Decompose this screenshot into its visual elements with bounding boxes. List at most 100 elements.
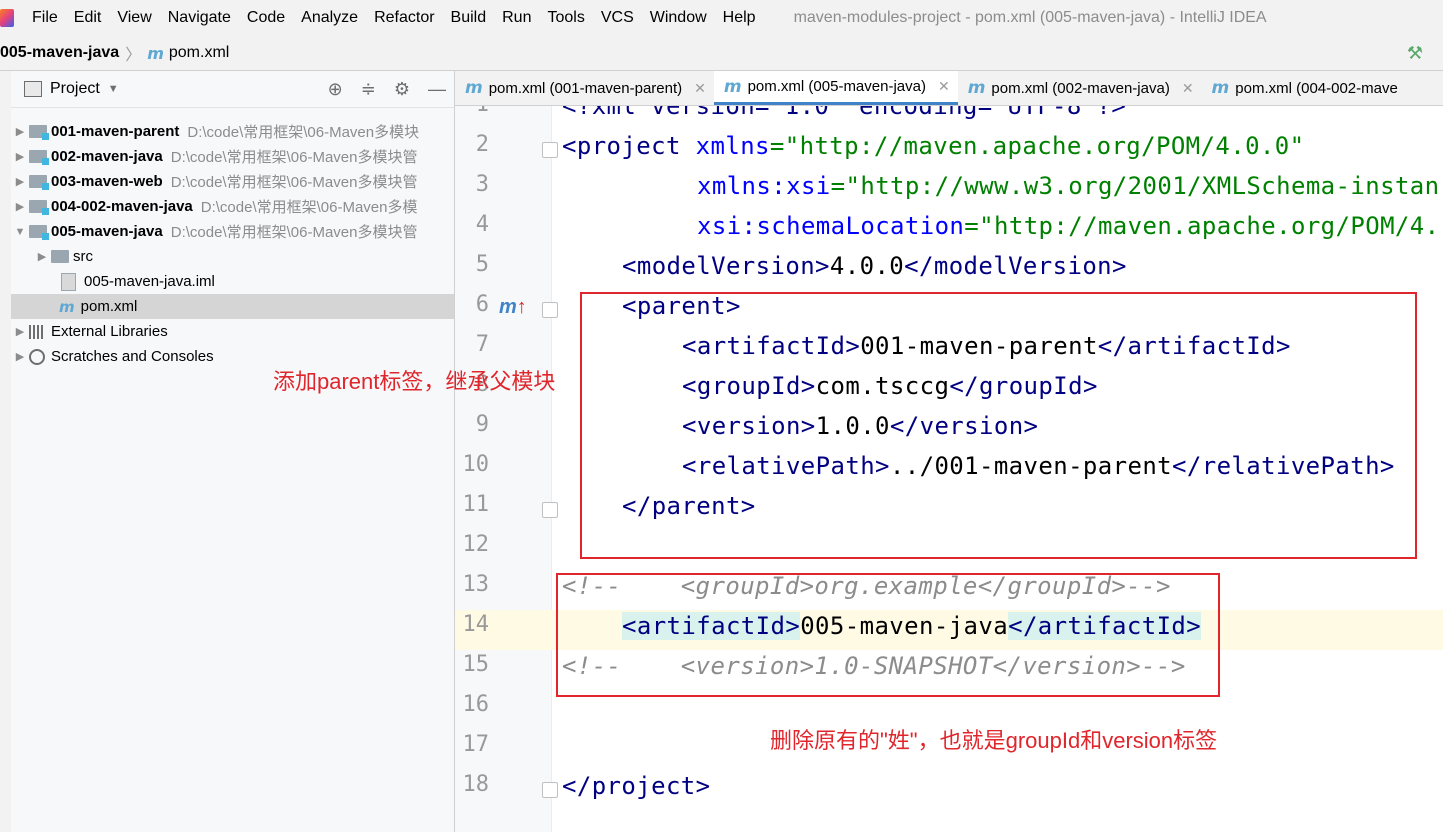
menu-vcs[interactable]: VCS xyxy=(593,9,642,27)
chevron-right-icon[interactable]: ▶ xyxy=(11,175,29,188)
menu-navigate[interactable]: Navigate xyxy=(160,9,239,27)
tree-item-module[interactable]: ▶ 001-maven-parent D:\code\常用框架\06-Maven… xyxy=(11,119,454,144)
breadcrumb-file[interactable]: pom.xml xyxy=(169,44,229,62)
line-number: 5 xyxy=(475,252,489,277)
menu-view[interactable]: View xyxy=(109,9,159,27)
menu-bar: File Edit View Navigate Code Analyze Ref… xyxy=(0,0,1443,36)
file-name: 005-maven-java.iml xyxy=(84,273,215,290)
tree-item-module[interactable]: ▶ 003-maven-web D:\code\常用框架\06-Maven多模块… xyxy=(11,169,454,194)
line-number: 3 xyxy=(475,172,489,197)
menu-build[interactable]: Build xyxy=(443,9,495,27)
module-name: 001-maven-parent xyxy=(51,123,180,140)
tree-item-src[interactable]: ▶ src xyxy=(11,244,454,269)
build-hammer-icon[interactable]: ⚒ xyxy=(1407,43,1423,64)
menu-run[interactable]: Run xyxy=(494,9,539,27)
tree-item-module[interactable]: ▶ 004-002-maven-java D:\code\常用框架\06-Mav… xyxy=(11,194,454,219)
tree-item-iml[interactable]: 005-maven-java.iml xyxy=(11,269,454,294)
tab-pom-005[interactable]: m pom.xml (005-maven-java) ✕ xyxy=(713,71,958,105)
fold-icon[interactable] xyxy=(542,782,558,798)
module-path: D:\code\常用框架\06-Maven多模 xyxy=(200,199,418,216)
close-icon[interactable]: ✕ xyxy=(1182,80,1194,97)
module-path: D:\code\常用框架\06-Maven多模块管 xyxy=(170,149,418,166)
tree-item-module[interactable]: ▼ 005-maven-java D:\code\常用框架\06-Maven多模… xyxy=(11,219,454,244)
code-line: 2 <project xmlns="http://maven.apache.or… xyxy=(455,130,1443,170)
module-path: D:\code\常用框架\06-Maven多模块管 xyxy=(170,174,418,191)
collapse-all-icon[interactable]: ≑ xyxy=(361,79,376,100)
chevron-right-icon[interactable]: ▶ xyxy=(11,350,29,363)
override-marker-label: m xyxy=(499,296,517,318)
close-icon[interactable]: ✕ xyxy=(938,78,950,95)
menu-edit[interactable]: Edit xyxy=(66,9,110,27)
menu-tools[interactable]: Tools xyxy=(539,9,592,27)
iml-file-icon xyxy=(61,272,76,291)
chevron-right-icon[interactable]: ▶ xyxy=(11,150,29,163)
scratches-icon xyxy=(29,348,45,365)
tree-item-module[interactable]: ▶ 002-maven-java D:\code\常用框架\06-Maven多模… xyxy=(11,144,454,169)
line-number: 16 xyxy=(462,692,490,717)
chevron-right-icon[interactable]: ▶ xyxy=(11,125,29,138)
tab-pom-002[interactable]: m pom.xml (002-maven-java) ✕ xyxy=(958,71,1202,105)
maven-file-icon: m xyxy=(465,78,483,98)
menu-file[interactable]: File xyxy=(24,9,66,27)
project-view-icon xyxy=(24,81,42,97)
override-marker-icon[interactable]: m↑ xyxy=(499,296,527,319)
fold-icon[interactable] xyxy=(542,502,558,518)
tab-label: pom.xml (002-maven-java) xyxy=(991,79,1170,97)
locate-icon[interactable]: ⊕ xyxy=(328,79,343,100)
value-token: ="http://maven.apache.org/POM/4. xyxy=(964,212,1440,240)
chevron-right-icon[interactable]: ▶ xyxy=(11,200,29,213)
code-line: 3 xmlns:xsi="http://www.w3.org/2001/XMLS… xyxy=(455,170,1443,210)
tag-token: <modelVersion> xyxy=(622,252,830,280)
module-name: 005-maven-java xyxy=(51,223,163,240)
attr-token: xsi:schemaLocation xyxy=(697,212,965,240)
chevron-right-icon[interactable]: ▶ xyxy=(33,250,51,263)
line-number: 9 xyxy=(475,412,489,437)
line-number: 13 xyxy=(462,572,490,597)
module-folder-icon xyxy=(29,200,49,215)
gear-icon[interactable]: ⚙ xyxy=(394,79,410,100)
annotation-remove-tags: 删除原有的"姓"，也就是groupId和version标签 xyxy=(770,728,1218,753)
tree-item-pom[interactable]: m pom.xml xyxy=(11,294,454,319)
menu-code[interactable]: Code xyxy=(239,9,293,27)
breadcrumb-module[interactable]: 005-maven-java xyxy=(0,44,119,62)
module-folder-icon xyxy=(29,175,49,190)
menu-window[interactable]: Window xyxy=(642,9,715,27)
library-icon xyxy=(29,324,45,339)
line-number: 17 xyxy=(462,732,490,757)
menu-analyze[interactable]: Analyze xyxy=(293,9,366,27)
project-panel-title[interactable]: Project xyxy=(50,80,100,98)
maven-file-icon: m xyxy=(1211,78,1230,98)
close-icon[interactable]: ✕ xyxy=(694,80,706,97)
module-folder-icon xyxy=(29,125,49,140)
line-number: 1 xyxy=(455,106,489,117)
line-number: 11 xyxy=(462,492,490,517)
menu-help[interactable]: Help xyxy=(715,9,764,27)
folder-name: src xyxy=(73,248,93,265)
module-name: 003-maven-web xyxy=(51,173,163,190)
tab-pom-001[interactable]: m pom.xml (001-maven-parent) ✕ xyxy=(455,71,714,105)
panel-toolbar: ⊕ ≑ ⚙ — xyxy=(328,79,446,100)
module-path: D:\code\常用框架\06-Maven多模块管 xyxy=(170,224,418,241)
fold-icon[interactable] xyxy=(542,142,558,158)
fold-icon[interactable] xyxy=(542,302,558,318)
intellij-logo-icon xyxy=(0,9,14,27)
maven-file-icon: m xyxy=(723,76,742,97)
chevron-right-icon[interactable]: ▶ xyxy=(11,325,29,338)
editor-tabs: m pom.xml (001-maven-parent) ✕ m pom.xml… xyxy=(455,71,1443,106)
menu-refactor[interactable]: Refactor xyxy=(366,9,442,27)
chevron-down-icon[interactable]: ▼ xyxy=(108,83,119,95)
maven-file-icon: m xyxy=(59,297,75,316)
tab-pom-004[interactable]: m pom.xml (004-002-mave xyxy=(1202,71,1406,105)
code-text: </project> xyxy=(562,772,711,800)
chevron-down-icon[interactable]: ▼ xyxy=(11,226,29,238)
value-token: ="http://www.w3.org/2001/XMLSchema-insta… xyxy=(830,172,1440,200)
line-number: 15 xyxy=(462,652,490,677)
hide-icon[interactable]: — xyxy=(428,79,446,100)
attr-token: xmlns xyxy=(680,132,770,160)
code-line: 1 <?xml version="1.0" encoding="UTF-8"?> xyxy=(455,106,1443,130)
external-libraries-label: External Libraries xyxy=(51,323,168,340)
tree-item-external-libraries[interactable]: ▶ External Libraries xyxy=(11,319,454,344)
folder-icon xyxy=(51,250,69,263)
module-name: 004-002-maven-java xyxy=(51,198,193,215)
value-token: ="http://maven.apache.org/POM/4.0.0" xyxy=(769,132,1305,160)
